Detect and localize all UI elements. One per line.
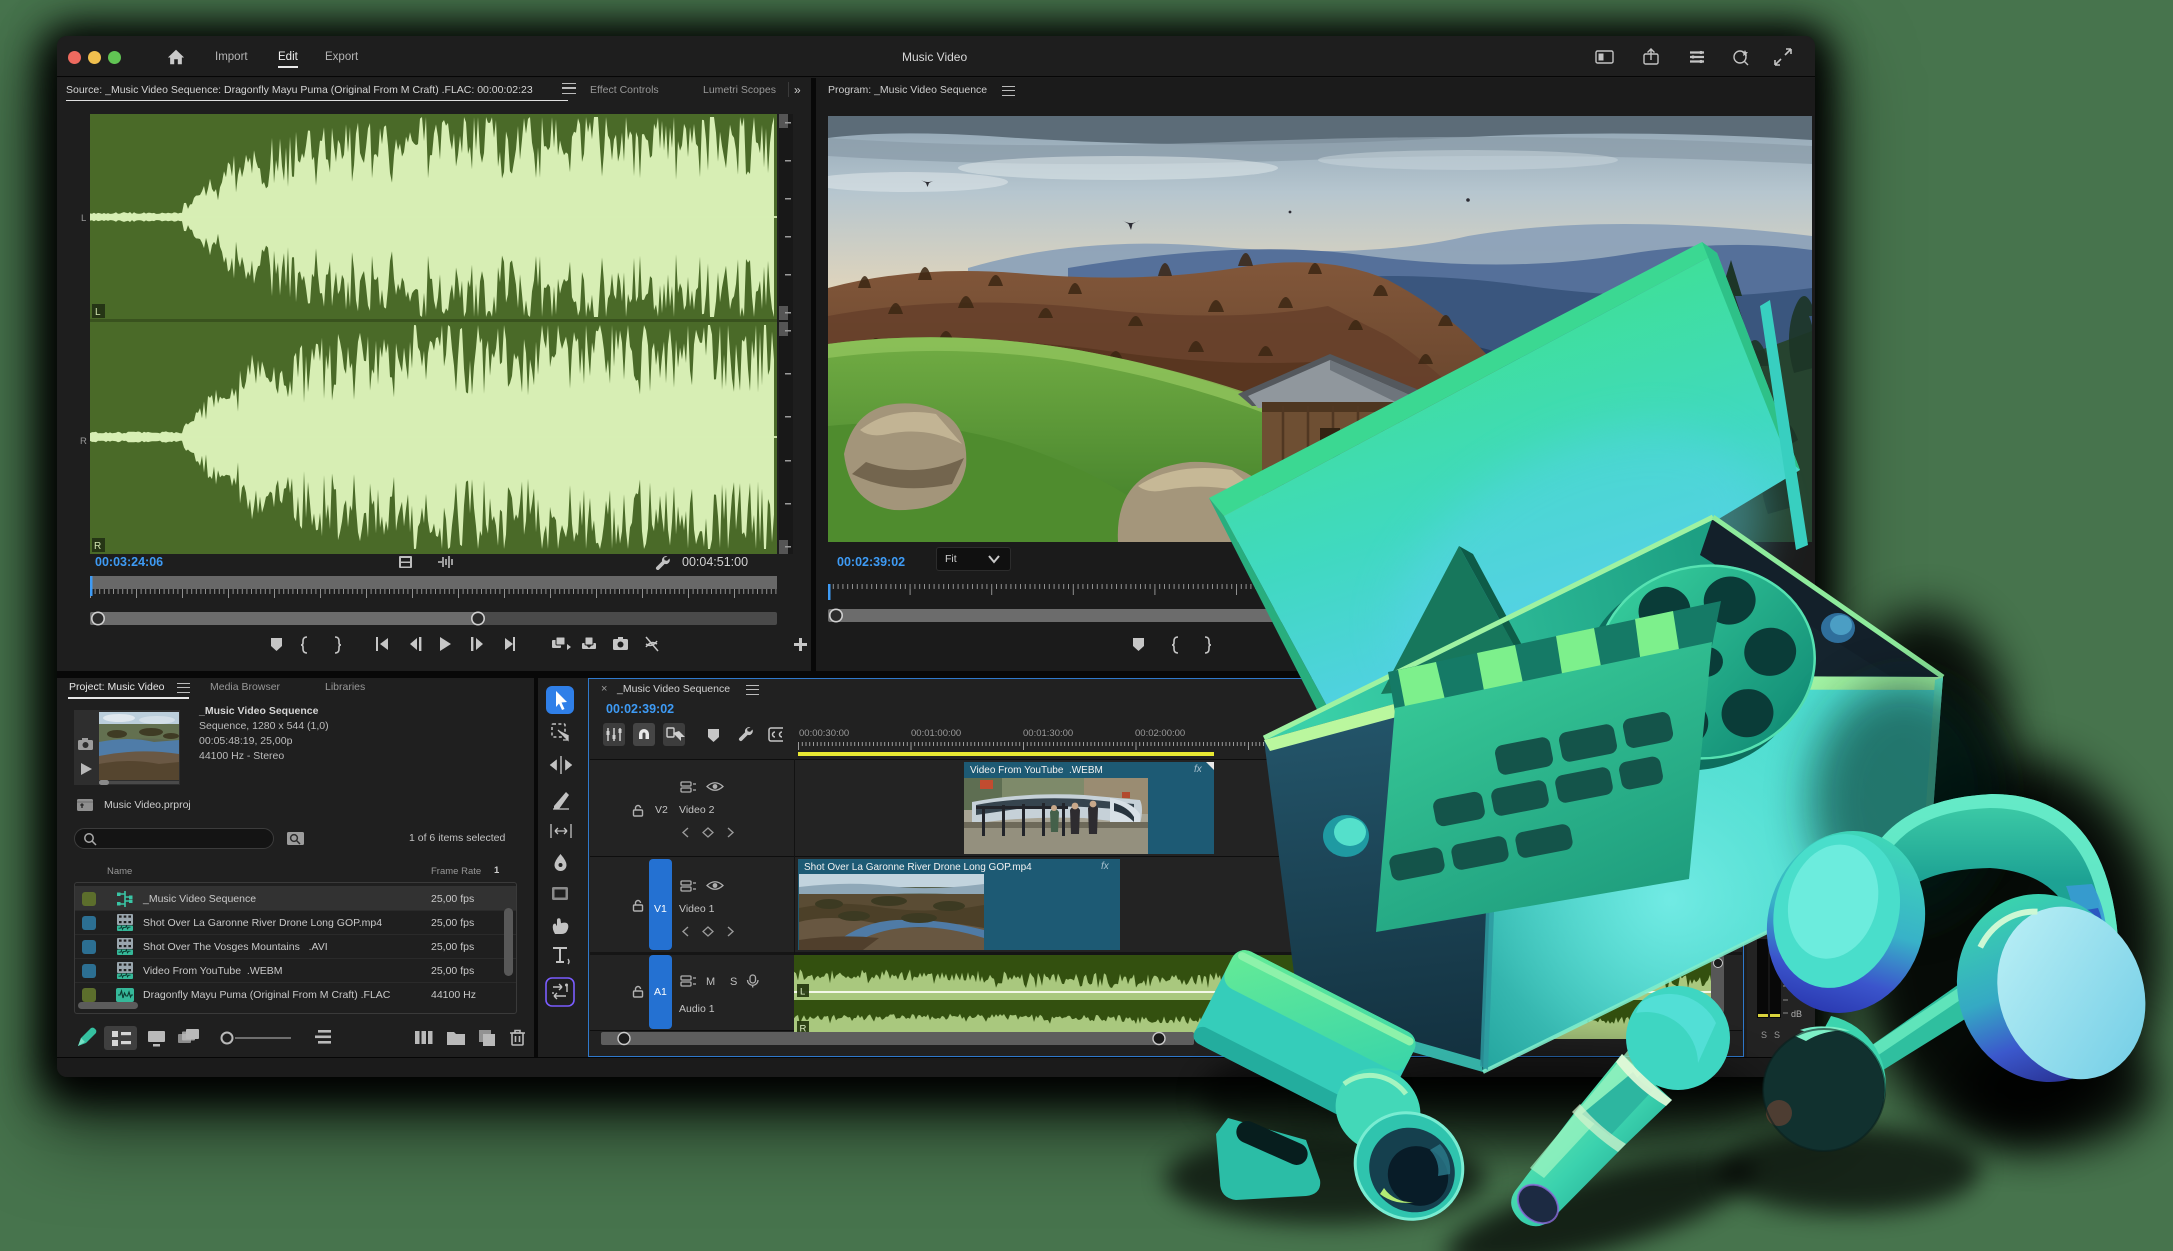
svg-text:L: L xyxy=(800,987,805,998)
svg-text:M: M xyxy=(706,976,715,988)
svg-text:S: S xyxy=(730,976,737,988)
svg-text:R: R xyxy=(94,541,101,552)
svg-text:L: L xyxy=(95,307,101,318)
